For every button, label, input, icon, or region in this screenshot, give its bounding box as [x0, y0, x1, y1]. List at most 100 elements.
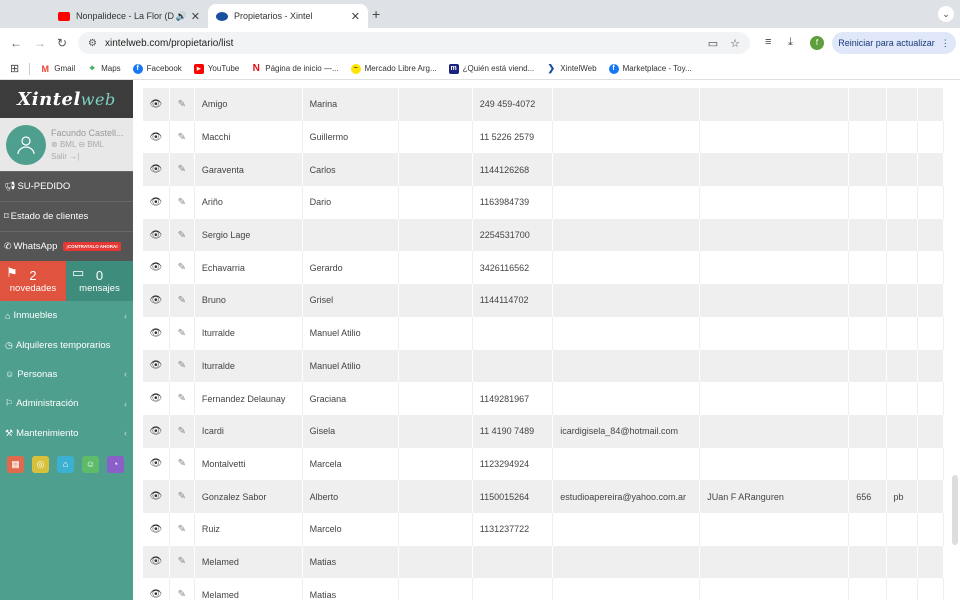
cell-empty: [917, 284, 945, 317]
view-icon[interactable]: 👁︎: [143, 153, 170, 187]
view-icon[interactable]: 👁︎: [143, 316, 170, 350]
tab-search-button[interactable]: ⌄: [938, 6, 954, 22]
view-icon[interactable]: 👁︎: [143, 251, 170, 285]
view-icon[interactable]: 👁︎: [143, 88, 170, 121]
edit-icon[interactable]: ✎: [169, 578, 195, 600]
table-row: 👁︎ ✎ Iturralde Manuel Atilio: [143, 316, 945, 350]
new-tab-button[interactable]: +: [372, 6, 380, 22]
edit-icon[interactable]: ✎: [169, 284, 195, 317]
edit-icon[interactable]: ✎: [169, 251, 195, 285]
menu-su-pedido[interactable]: 📢︎ SU-PEDIDO: [0, 171, 133, 201]
download-icon[interactable]: ⤓: [788, 36, 793, 49]
novedades-counter[interactable]: ⚑ 2 novedades: [0, 261, 66, 301]
reload-icon[interactable]: ↻: [57, 36, 67, 50]
edit-icon[interactable]: ✎: [169, 218, 195, 252]
bookmark-star-icon[interactable]: ☆: [730, 37, 740, 50]
forward-icon[interactable]: →: [34, 36, 46, 50]
cell-piso: [886, 382, 918, 415]
bookmark-gmail[interactable]: M Gmail: [40, 64, 75, 74]
edit-icon[interactable]: ✎: [169, 186, 195, 219]
edit-icon[interactable]: ✎: [169, 545, 195, 579]
close-icon[interactable]: ✕: [351, 10, 360, 23]
bookmark-xintelweb[interactable]: ❯ XintelWeb: [546, 63, 596, 74]
profile-avatar[interactable]: f: [810, 36, 824, 50]
back-icon[interactable]: ←: [10, 36, 22, 50]
edit-icon[interactable]: ✎: [169, 447, 195, 481]
url-text[interactable]: xintelweb.com/propietario/list: [105, 38, 696, 49]
view-icon[interactable]: 👁︎: [143, 512, 170, 546]
site-info-icon[interactable]: ⚙: [88, 38, 97, 49]
logo-area[interactable]: Xintelweb: [0, 80, 133, 118]
mensajes-counter[interactable]: ▭ 0 mensajes: [66, 261, 133, 301]
view-icon[interactable]: 👁︎: [143, 218, 170, 252]
reading-list-icon[interactable]: ≡: [765, 36, 771, 48]
cell-extra: [398, 414, 473, 448]
bookmark-netflix[interactable]: N Página de inicio —...: [251, 63, 339, 74]
cell-nombre: Carlos: [302, 153, 400, 187]
view-icon[interactable]: 👁︎: [143, 447, 170, 481]
tab-youtube[interactable]: Nonpalidece - La Flor (DVD 🔊 ✕: [50, 4, 208, 28]
bookmark-quien-esta-viendo[interactable]: m ¿Quién está viend...: [448, 63, 534, 74]
user-icon[interactable]: ☺: [82, 455, 99, 473]
cell-calle: [699, 578, 850, 600]
cell-telefono: 3426116562: [472, 251, 554, 285]
view-icon[interactable]: 👁︎: [143, 578, 170, 600]
view-icon[interactable]: 👁︎: [143, 382, 170, 415]
edit-icon[interactable]: ✎: [169, 349, 195, 383]
cast-icon[interactable]: ▭: [708, 37, 718, 50]
edit-icon[interactable]: ✎: [169, 316, 195, 350]
nav-alquileres-temporarios[interactable]: ◷ Alquileres temporarios: [0, 330, 133, 359]
table-row: 👁︎ ✎ Montalvetti Marcela 1123294924: [143, 447, 945, 481]
money-icon[interactable]: ◎: [32, 455, 49, 473]
tag-icon: ⌑: [4, 211, 9, 221]
view-icon[interactable]: 👁︎: [143, 284, 170, 317]
edit-icon[interactable]: ✎: [169, 382, 195, 415]
view-icon[interactable]: 👁︎: [143, 186, 170, 219]
cell-telefono: 1123294924: [472, 447, 554, 481]
omnibox[interactable]: ⚙ xintelweb.com/propietario/list ▭ ☆: [78, 32, 750, 54]
edit-icon[interactable]: ✎: [169, 120, 195, 154]
scrollbar[interactable]: [945, 80, 960, 600]
cell-empty: [917, 218, 945, 252]
nav-inmuebles[interactable]: ⌂ Inmuebles ‹: [0, 301, 133, 330]
view-icon[interactable]: 👁︎: [143, 349, 170, 383]
avatar[interactable]: [6, 124, 46, 165]
edit-icon[interactable]: ✎: [169, 153, 195, 187]
edit-icon[interactable]: ✎: [169, 512, 195, 546]
bookmark-maps[interactable]: ⌖ Maps: [87, 63, 121, 74]
tab-propietarios[interactable]: Propietarios - Xintel ✕: [208, 4, 368, 28]
menu-whatsapp[interactable]: ✆ WhatsApp ¡CONTRATALO AHORA!: [0, 231, 133, 261]
calendar-icon[interactable]: ▦: [7, 455, 24, 473]
cell-empty: [917, 382, 945, 415]
edit-icon[interactable]: ✎: [169, 480, 195, 513]
nav-mantenimiento[interactable]: ⚒ Mantenimiento ‹: [0, 419, 133, 448]
speaker-icon[interactable]: 🔊: [176, 11, 187, 22]
cell-extra: [398, 153, 473, 187]
edit-icon[interactable]: ✎: [169, 414, 195, 448]
contratalo-badge[interactable]: ¡CONTRATALO AHORA!: [63, 242, 121, 251]
bookmark-youtube[interactable]: ▶ YouTube: [193, 63, 239, 74]
edit-icon[interactable]: ✎: [169, 88, 195, 121]
logout-icon: →|: [69, 151, 80, 161]
scrollbar-thumb[interactable]: [952, 475, 958, 545]
view-icon[interactable]: 👁︎: [143, 120, 170, 154]
update-label: Reiniciar para actualizar: [838, 38, 935, 48]
logout-link[interactable]: Salir →|: [51, 151, 124, 163]
cell-nombre: Gisela: [302, 414, 400, 448]
bookmark-facebook[interactable]: f Facebook: [132, 63, 182, 74]
house-icon[interactable]: ⌂: [57, 455, 74, 473]
view-icon[interactable]: 👁︎: [143, 545, 170, 579]
cell-numero: [848, 88, 887, 121]
nav-administracion[interactable]: ⚐ Administración ‹: [0, 389, 133, 418]
close-icon[interactable]: ✕: [191, 10, 200, 23]
cell-piso: [886, 284, 918, 317]
update-button[interactable]: Reiniciar para actualizar ⋮: [832, 32, 956, 54]
apps-grid-icon[interactable]: ⊞: [10, 62, 19, 75]
nav-personas[interactable]: ☺ Personas ‹: [0, 360, 133, 389]
view-icon[interactable]: 👁︎: [143, 414, 170, 448]
view-icon[interactable]: 👁︎: [143, 480, 170, 513]
chart-icon[interactable]: ◔: [107, 455, 124, 473]
bookmark-mercadolibre[interactable]: ~ Mercado Libre Arg...: [350, 63, 437, 74]
bookmark-marketplace[interactable]: f Marketplace - Toy...: [608, 63, 692, 74]
menu-estado-clientes[interactable]: ⌑ Estado de clientes: [0, 201, 133, 231]
